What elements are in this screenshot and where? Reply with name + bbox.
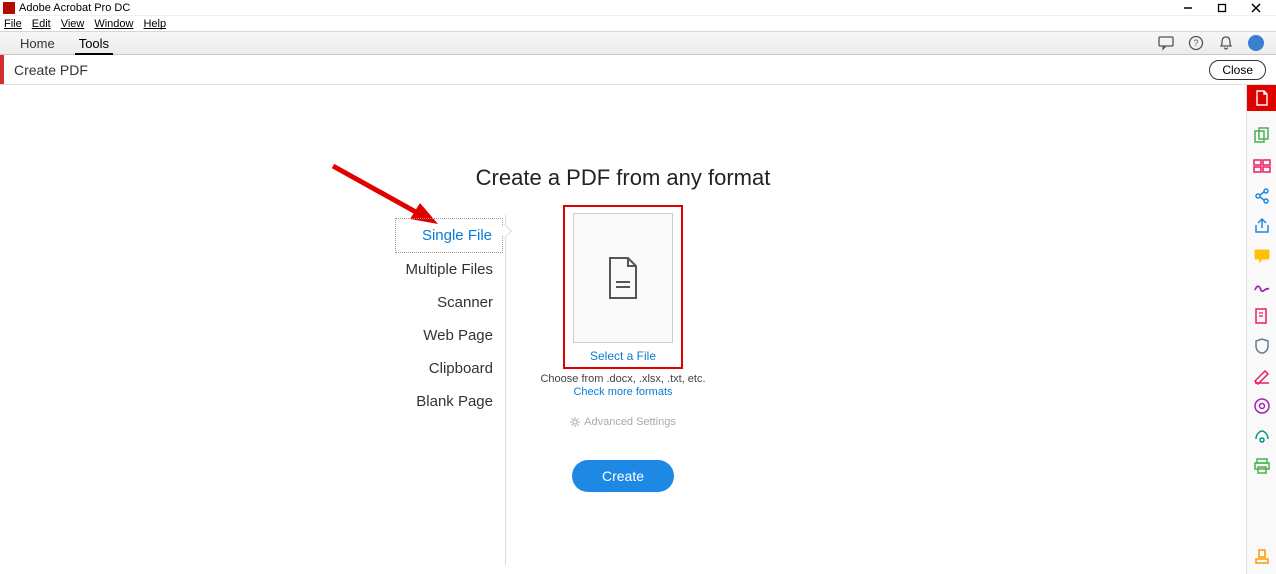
file-drop-zone[interactable] xyxy=(573,213,673,343)
create-button[interactable]: Create xyxy=(572,460,674,492)
rail-edit-pdf-icon[interactable] xyxy=(1253,307,1271,325)
source-options: Single File Multiple Files Scanner Web P… xyxy=(395,218,503,418)
annotation-highlight: Select a File xyxy=(563,205,683,369)
rail-print-icon[interactable] xyxy=(1253,457,1271,475)
minimize-button[interactable] xyxy=(1178,1,1198,15)
app-title: Adobe Acrobat Pro DC xyxy=(19,2,130,14)
advanced-settings-label: Advanced Settings xyxy=(584,416,676,428)
menu-view[interactable]: View xyxy=(61,18,85,30)
option-single-file[interactable]: Single File xyxy=(395,218,503,253)
menu-window[interactable]: Window xyxy=(94,18,133,30)
rail-comment-icon[interactable] xyxy=(1253,247,1271,265)
chat-icon[interactable] xyxy=(1158,35,1174,51)
avatar[interactable] xyxy=(1248,35,1264,51)
menu-edit[interactable]: Edit xyxy=(32,18,51,30)
menu-bar: File Edit View Window Help xyxy=(0,16,1276,31)
menu-help[interactable]: Help xyxy=(143,18,166,30)
option-web-page[interactable]: Web Page xyxy=(395,319,503,352)
close-button[interactable]: Close xyxy=(1209,60,1266,80)
rail-create-pdf-icon[interactable] xyxy=(1247,85,1276,111)
close-window-button[interactable] xyxy=(1246,1,1266,15)
maximize-button[interactable] xyxy=(1212,1,1232,15)
tab-home[interactable]: Home xyxy=(8,32,67,54)
title-bar: Adobe Acrobat Pro DC xyxy=(0,0,1276,16)
rail-stamp-icon[interactable] xyxy=(1253,548,1271,566)
main-heading: Create a PDF from any format xyxy=(0,165,1246,191)
option-clipboard[interactable]: Clipboard xyxy=(395,352,503,385)
tab-bar: Home Tools ? xyxy=(0,31,1276,55)
rail-share-icon[interactable] xyxy=(1253,187,1271,205)
main-area: Create a PDF from any format Single File… xyxy=(0,85,1246,574)
select-file-link[interactable]: Select a File xyxy=(590,349,656,363)
bell-icon[interactable] xyxy=(1218,35,1234,51)
rail-sign-icon[interactable] xyxy=(1253,277,1271,295)
rail-protect-icon[interactable] xyxy=(1253,337,1271,355)
check-more-formats-link[interactable]: Check more formats xyxy=(573,386,672,398)
rail-action-wizard-icon[interactable] xyxy=(1253,397,1271,415)
choose-from-label: Choose from .docx, .xlsx, .txt, etc. xyxy=(540,373,705,385)
rail-combine-icon[interactable] xyxy=(1253,127,1271,145)
help-icon[interactable]: ? xyxy=(1188,35,1204,51)
center-panel: Select a File Choose from .docx, .xlsx, … xyxy=(533,205,713,492)
app-icon xyxy=(3,2,15,14)
page-title: Create PDF xyxy=(14,62,88,78)
file-icon xyxy=(606,256,640,300)
option-blank-page[interactable]: Blank Page xyxy=(395,385,503,418)
menu-file[interactable]: File xyxy=(4,18,22,30)
tool-rail xyxy=(1246,85,1276,574)
red-stripe xyxy=(0,55,4,84)
tab-tools[interactable]: Tools xyxy=(67,32,121,54)
sub-bar: Create PDF Close xyxy=(0,55,1276,85)
advanced-settings[interactable]: Advanced Settings xyxy=(570,416,676,428)
svg-text:?: ? xyxy=(1193,38,1198,48)
option-scanner[interactable]: Scanner xyxy=(395,286,503,319)
gear-icon xyxy=(570,417,580,427)
rail-export-icon[interactable] xyxy=(1253,217,1271,235)
rail-redact-icon[interactable] xyxy=(1253,367,1271,385)
divider xyxy=(505,215,506,565)
option-multiple-files[interactable]: Multiple Files xyxy=(395,253,503,286)
rail-organize-icon[interactable] xyxy=(1253,157,1271,175)
rail-enhance-scans-icon[interactable] xyxy=(1253,427,1271,445)
